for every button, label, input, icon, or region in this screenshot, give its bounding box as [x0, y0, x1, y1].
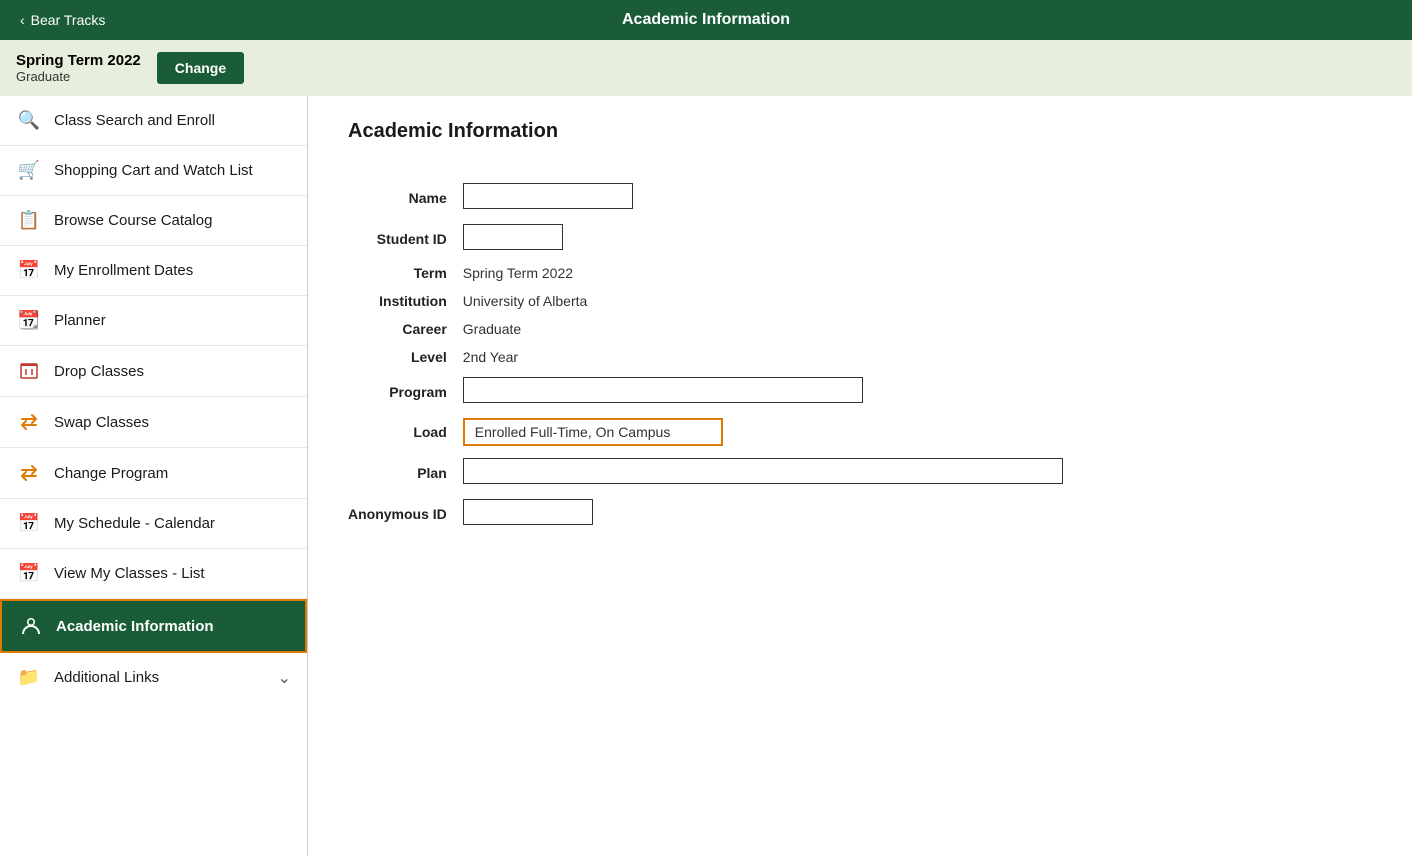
career-label: Career: [348, 321, 463, 337]
program-row: Program: [348, 377, 1063, 406]
anonymous-id-input: [463, 499, 593, 525]
level-label: Level: [348, 349, 463, 365]
academic-info-form: Name Student ID Term Spring Term 2022 In…: [348, 171, 1063, 540]
search-icon: 🔍: [16, 110, 42, 131]
view-classes-icon: 📅: [16, 563, 42, 584]
planner-icon: 📆: [16, 310, 42, 331]
sidebar-label-enrollment-dates: My Enrollment Dates: [54, 262, 193, 279]
program-value: [463, 377, 1063, 406]
load-label: Load: [348, 418, 463, 446]
plan-row: Plan: [348, 458, 1063, 487]
sidebar-item-change-program[interactable]: Change Program: [0, 448, 307, 499]
sidebar-item-enrollment-dates[interactable]: 📅 My Enrollment Dates: [0, 246, 307, 296]
swap-icon: [16, 411, 42, 433]
dates-icon: 📅: [16, 260, 42, 281]
sidebar-label-my-schedule: My Schedule - Calendar: [54, 515, 215, 532]
student-id-value: [463, 224, 1063, 253]
change-term-button[interactable]: Change: [157, 52, 244, 84]
term-display-value: Spring Term 2022: [463, 265, 1063, 281]
program-label: Program: [348, 377, 463, 406]
sidebar-item-my-schedule[interactable]: 📅 My Schedule - Calendar: [0, 499, 307, 549]
sidebar: 🔍 Class Search and Enroll 🛒 Shopping Car…: [0, 96, 308, 856]
career-row: Career Graduate: [348, 321, 1063, 337]
plan-input: [463, 458, 1063, 484]
sidebar-label-class-search: Class Search and Enroll: [54, 112, 215, 129]
sidebar-item-drop-classes[interactable]: Drop Classes: [0, 346, 307, 397]
top-bar: ‹ Bear Tracks Academic Information: [0, 0, 1412, 40]
sidebar-item-class-search[interactable]: 🔍 Class Search and Enroll: [0, 96, 307, 146]
cart-icon: 🛒: [16, 160, 42, 181]
drop-icon: [16, 360, 42, 382]
additional-links-label: Additional Links: [54, 669, 159, 686]
name-label: Name: [348, 183, 463, 212]
sidebar-item-view-classes[interactable]: 📅 View My Classes - List: [0, 549, 307, 599]
term-label: Term: [348, 265, 463, 281]
sidebar-item-academic-info[interactable]: Academic Information: [0, 599, 307, 653]
back-label: Bear Tracks: [31, 12, 106, 28]
load-box: Enrolled Full-Time, On Campus: [463, 418, 723, 446]
layout: 🔍 Class Search and Enroll 🛒 Shopping Car…: [0, 96, 1412, 856]
sidebar-item-shopping-cart[interactable]: 🛒 Shopping Cart and Watch List: [0, 146, 307, 196]
student-id-row: Student ID: [348, 224, 1063, 253]
term-bar: Spring Term 2022 Graduate Change: [0, 40, 1412, 96]
student-id-label: Student ID: [348, 224, 463, 253]
program-input: [463, 377, 863, 403]
back-button[interactable]: ‹ Bear Tracks: [20, 12, 105, 28]
sidebar-item-planner[interactable]: 📆 Planner: [0, 296, 307, 346]
chevron-down-icon: ⌄: [278, 668, 291, 688]
sidebar-item-swap-classes[interactable]: Swap Classes: [0, 397, 307, 448]
name-value: [463, 183, 1063, 212]
sidebar-item-additional-links[interactable]: 📁 Additional Links ⌄: [0, 653, 307, 702]
main-content: Academic Information Name Student ID Ter…: [308, 96, 1412, 856]
level-row: Level 2nd Year: [348, 349, 1063, 365]
sidebar-label-planner: Planner: [54, 312, 106, 329]
sidebar-label-browse-catalog: Browse Course Catalog: [54, 212, 212, 229]
term-name: Spring Term 2022: [16, 52, 141, 69]
sidebar-label-swap-classes: Swap Classes: [54, 414, 149, 431]
additional-links-icon: 📁: [16, 667, 42, 688]
sidebar-label-view-classes: View My Classes - List: [54, 565, 205, 582]
term-info: Spring Term 2022 Graduate: [16, 52, 141, 84]
schedule-icon: 📅: [16, 513, 42, 534]
plan-value: [463, 458, 1063, 487]
term-type: Graduate: [16, 69, 141, 84]
sidebar-label-academic-info: Academic Information: [56, 618, 214, 635]
name-row: Name: [348, 183, 1063, 212]
catalog-icon: 📋: [16, 210, 42, 231]
top-bar-title: Academic Information: [622, 11, 790, 29]
page-title: Academic Information: [348, 120, 1372, 143]
back-chevron-icon: ‹: [20, 12, 25, 28]
sidebar-label-shopping-cart: Shopping Cart and Watch List: [54, 162, 253, 179]
sidebar-label-drop-classes: Drop Classes: [54, 363, 144, 380]
institution-value: University of Alberta: [463, 293, 1063, 309]
change-program-icon: [16, 462, 42, 484]
sidebar-label-change-program: Change Program: [54, 465, 168, 482]
career-value: Graduate: [463, 321, 1063, 337]
sidebar-item-browse-catalog[interactable]: 📋 Browse Course Catalog: [0, 196, 307, 246]
institution-row: Institution University of Alberta: [348, 293, 1063, 309]
anonymous-id-value: [463, 499, 1063, 528]
academic-icon: [18, 615, 44, 637]
plan-label: Plan: [348, 458, 463, 487]
anonymous-id-row: Anonymous ID: [348, 499, 1063, 528]
level-value: 2nd Year: [463, 349, 1063, 365]
anonymous-id-label: Anonymous ID: [348, 499, 463, 528]
load-row: Load Enrolled Full-Time, On Campus: [348, 418, 1063, 446]
term-row: Term Spring Term 2022: [348, 265, 1063, 281]
institution-label: Institution: [348, 293, 463, 309]
load-value: Enrolled Full-Time, On Campus: [463, 418, 1063, 446]
name-input: [463, 183, 633, 209]
student-id-input: [463, 224, 563, 250]
